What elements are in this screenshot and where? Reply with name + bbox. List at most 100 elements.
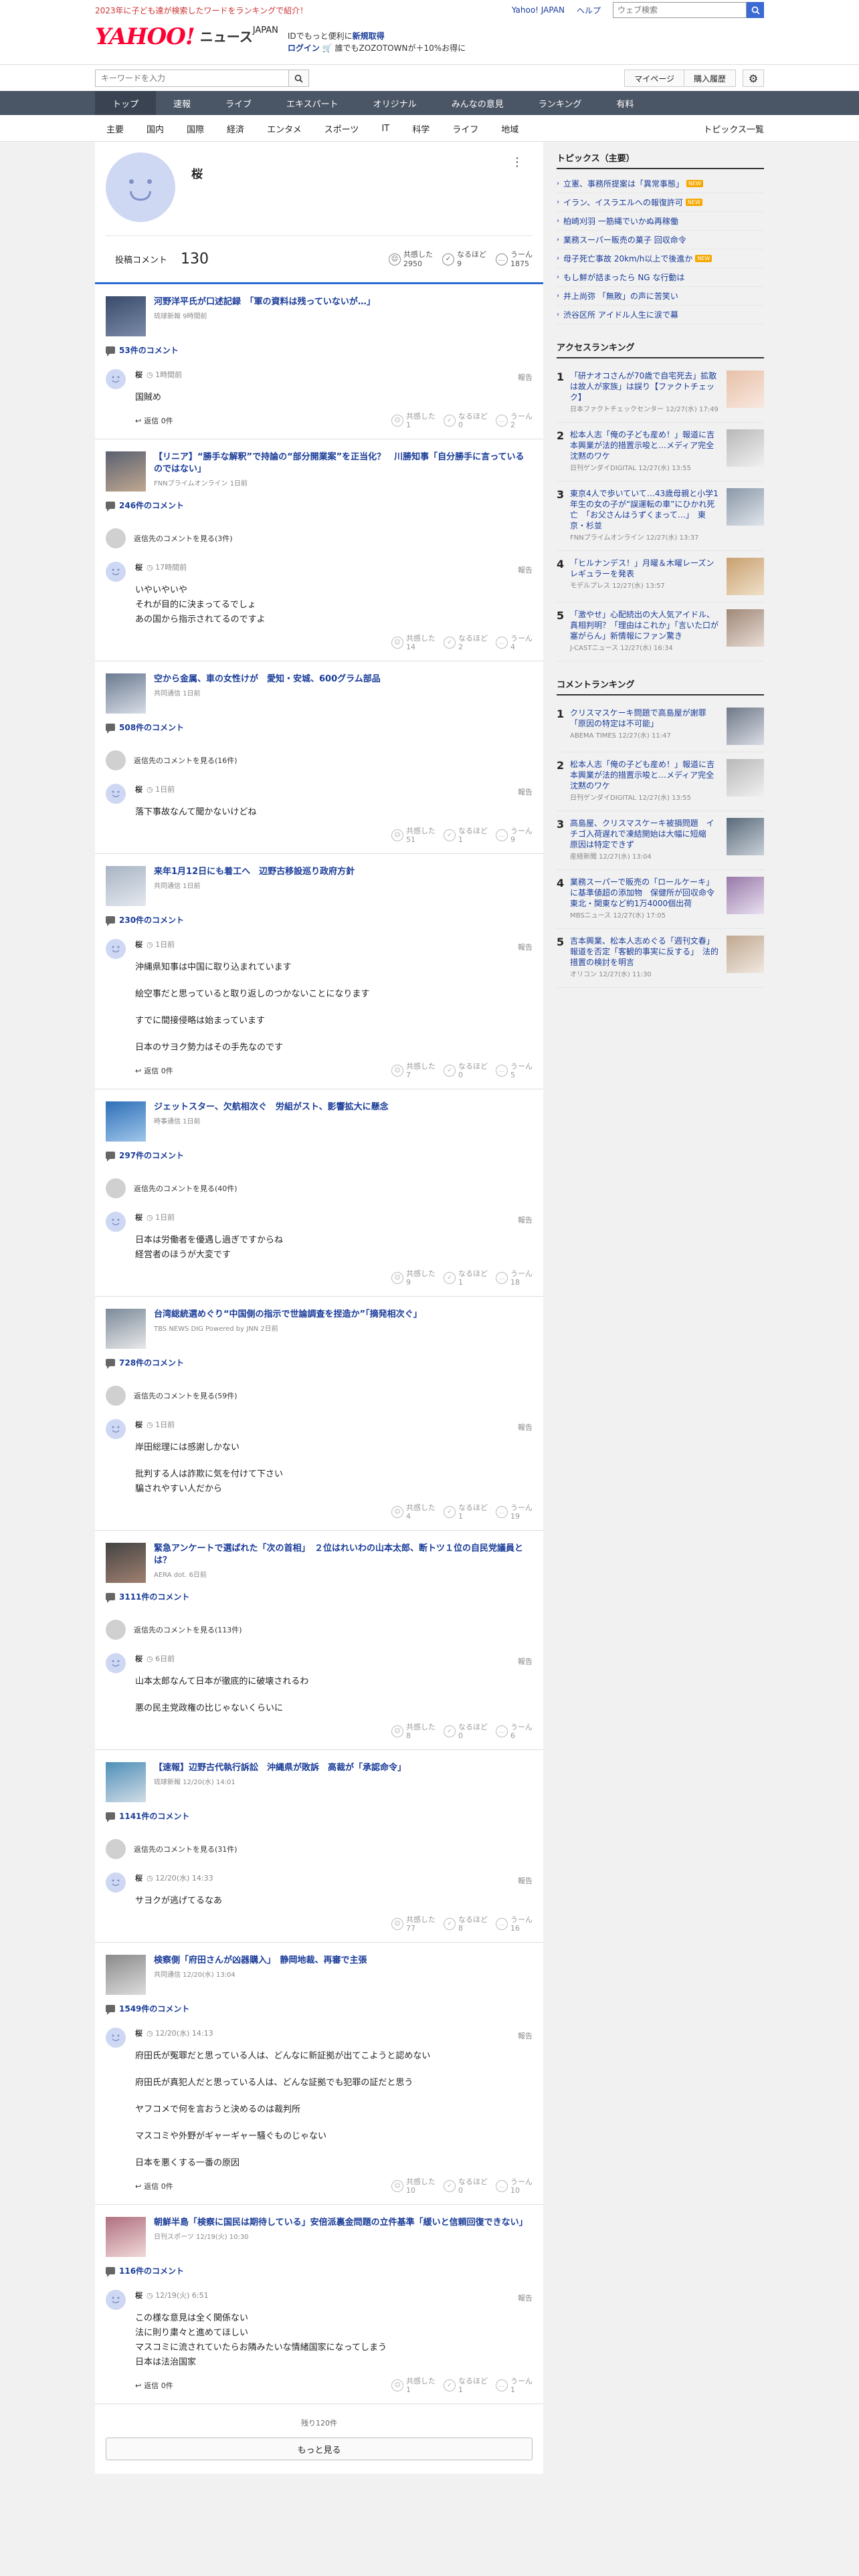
comment-user[interactable]: 桜	[135, 2291, 142, 2300]
reaction-hmm-button[interactable]: ✓ なるほど 1	[444, 827, 488, 844]
topic-item[interactable]: › 立憲、事務所提案は「異常事態」 NEW	[557, 175, 764, 193]
reaction-agree-button[interactable]: ☺ 共感した 1	[391, 412, 436, 429]
article-link[interactable]: 朝鮮半島「検察に国民は期待している」安倍派裏金問題の立件基準「緩いと信頼回復でき…	[106, 2217, 533, 2257]
article-title[interactable]: 来年1月12日にも着工へ 辺野古移設巡り政府方針	[154, 866, 355, 878]
article-link[interactable]: ジェットスター、欠航相次ぐ 労組がスト、影響拡大に懸念 時事通信 1日前	[106, 1101, 533, 1142]
subnav-item-1[interactable]: 国内	[135, 122, 175, 135]
subnav-item-3[interactable]: 経済	[215, 122, 256, 135]
subnav-item-8[interactable]: ライフ	[441, 122, 490, 135]
comment-count-link[interactable]: 116件のコメント	[106, 2265, 533, 2277]
reply-source-link[interactable]: 返信先のコメントを見る(59件)	[106, 1386, 533, 1406]
reaction-hmm-button[interactable]: ✓ なるほど 0	[444, 2177, 488, 2195]
comment-count-link[interactable]: 297件のコメント	[106, 1150, 533, 1162]
ranking-item[interactable]: 5 吉本興業、松本人志めぐる「週刊文春」報道を否定「客観的事実に反する」 法的措置…	[557, 929, 764, 988]
article-link[interactable]: 検察側「府田さんが凶器購入」 静岡地裁、再審で主張 共同通信 12/20(水) 1…	[106, 1955, 533, 1995]
zozo-promo[interactable]: 誰でもZOZOTOWNが＋10%お得に	[335, 43, 466, 53]
web-search-button[interactable]	[747, 2, 764, 18]
reaction-agree-button[interactable]: ☺ 共感した 1	[391, 2377, 436, 2394]
comment-count-link[interactable]: 246件のコメント	[106, 500, 533, 512]
reply-button[interactable]: ↩ 返信 0件	[135, 2181, 173, 2191]
report-link[interactable]: 報告	[518, 564, 533, 575]
report-link[interactable]: 報告	[518, 2292, 533, 2303]
more-menu-icon[interactable]: ⋮	[511, 155, 523, 169]
reply-source-link[interactable]: 返信先のコメントを見る(113件)	[106, 1620, 533, 1640]
report-link[interactable]: 報告	[518, 2030, 533, 2041]
comment-count-link[interactable]: 508件のコメント	[106, 722, 533, 734]
topic-item[interactable]: › 井上尚弥 「無敗」の声に苦笑い	[557, 287, 764, 306]
article-link[interactable]: 【リニア】“勝手な解釈”で持論の“部分開業案”を正当化？ 川勝知事「自分勝手に言…	[106, 451, 533, 492]
article-title[interactable]: 台湾総統選めぐり“中国側の指示で世論調査を捏造か”「摘発相次ぐ」	[154, 1309, 422, 1321]
article-link[interactable]: 空から金属、車の女性けが 愛知・安城、600グラム部品 共同通信 1日前	[106, 673, 533, 714]
reaction-hmm-button[interactable]: ✓ なるほど 8	[444, 1915, 488, 1933]
mypage-button[interactable]: マイページ	[624, 70, 684, 87]
reaction-umm-button[interactable]: … うーん 18	[496, 1269, 533, 1287]
reply-source-link[interactable]: 返信先のコメントを見る(31件)	[106, 1839, 533, 1859]
article-title[interactable]: ジェットスター、欠航相次ぐ 労組がスト、影響拡大に懸念	[154, 1101, 389, 1113]
load-more-button[interactable]: もっと見る	[106, 2438, 533, 2460]
reaction-umm-button[interactable]: … うーん 16	[496, 1915, 533, 1933]
login-link[interactable]: ログイン	[288, 43, 320, 53]
tab-6[interactable]: ランキング	[521, 91, 599, 115]
reply-button[interactable]: ↩ 返信 0件	[135, 1065, 173, 1076]
tab-5[interactable]: みんなの意見	[434, 91, 521, 115]
subnav-item-6[interactable]: IT	[370, 124, 401, 134]
reaction-agree-button[interactable]: ☺ 共感した 8	[391, 1723, 436, 1740]
article-link[interactable]: 緊急アンケートで選ばれた「次の首相」 ２位はれいわの山本太郎、断トツ１位の自民党…	[106, 1543, 533, 1583]
comment-user[interactable]: 桜	[135, 370, 142, 379]
subnav-item-5[interactable]: スポーツ	[313, 122, 371, 135]
subnav-item-4[interactable]: エンタメ	[256, 122, 313, 135]
topic-item[interactable]: › 業務スーパー販売の菓子 回収命令	[557, 231, 764, 249]
topic-item[interactable]: › 柏崎刈羽 一筋縄でいかぬ再稼働	[557, 212, 764, 231]
ranking-item[interactable]: 2 松本人志「俺の子ども産め！」報道に吉本興業が法的措置示唆と…メディア完全沈黙の…	[557, 423, 764, 481]
comment-user[interactable]: 桜	[135, 1874, 142, 1883]
reaction-hmm-button[interactable]: ✓ なるほど 1	[444, 1269, 488, 1287]
reply-button[interactable]: ↩ 返信 0件	[135, 415, 173, 426]
reply-button[interactable]: ↩ 返信 0件	[135, 2380, 173, 2391]
reaction-hmm-button[interactable]: ✓ なるほど 0	[444, 1723, 488, 1740]
tab-4[interactable]: オリジナル	[356, 91, 434, 115]
article-link[interactable]: 来年1月12日にも着工へ 辺野古移設巡り政府方針 共同通信 1日前	[106, 866, 533, 906]
comment-count-link[interactable]: 3111件のコメント	[106, 1591, 533, 1603]
topic-item[interactable]: › イラン、イスラエルへの報復許可 NEW	[557, 193, 764, 212]
logo[interactable]: YAHOO! ニュース JAPAN	[95, 25, 278, 59]
ranking-item[interactable]: 5 「激やせ」心配続出の大人気アイドル、真相判明？「理由はこれか」「言いた口が塞が…	[557, 603, 764, 661]
report-link[interactable]: 報告	[518, 942, 533, 952]
ranking-item[interactable]: 1 クリスマスケーキ問題で高島屋が謝罪「原因の特定は不可能」 ABEMA TIMES…	[557, 701, 764, 752]
tab-7[interactable]: 有料	[599, 91, 651, 115]
reaction-umm-button[interactable]: … うーん 5	[496, 1062, 533, 1079]
reaction-umm-button[interactable]: … うーん 6	[496, 1723, 533, 1740]
reaction-agree-button[interactable]: ☺ 共感した 51	[391, 827, 436, 844]
article-title[interactable]: 空から金属、車の女性けが 愛知・安城、600グラム部品	[154, 673, 381, 685]
article-link[interactable]: 【速報】辺野古代執行訴訟 沖縄県が敗訴 高裁が「承認命令」 琉球新報 12/20(…	[106, 1762, 533, 1802]
report-link[interactable]: 報告	[518, 786, 533, 797]
subnav-item-0[interactable]: 主要	[95, 122, 135, 135]
reaction-hmm-button[interactable]: ✓ なるほど 1	[444, 2377, 488, 2394]
article-title[interactable]: 検察側「府田さんが凶器購入」 静岡地裁、再審で主張	[154, 1955, 367, 1967]
comment-user[interactable]: 桜	[135, 1420, 142, 1429]
reaction-umm-button[interactable]: … うーん 10	[496, 2177, 533, 2195]
yahoo-japan-link[interactable]: Yahoo! JAPAN	[512, 5, 565, 15]
ranking-item[interactable]: 3 高島屋、クリスマスケーキ被損問題 イチゴ入荷遅れで凍結開始は大幅に短縮 原因は…	[557, 811, 764, 870]
reaction-umm-button[interactable]: … うーん 19	[496, 1503, 533, 1521]
tab-0[interactable]: トップ	[95, 91, 157, 115]
topic-item[interactable]: › 渋谷区所 アイドル人生に涙で幕	[557, 306, 764, 324]
ranking-item[interactable]: 3 東京4人で歩いていて…43歳母親と小学1年生の女の子が“誤運転の車”にひかれ死…	[557, 481, 764, 551]
article-title[interactable]: 【リニア】“勝手な解釈”で持論の“部分開業案”を正当化？ 川勝知事「自分勝手に言…	[154, 451, 533, 475]
comment-count-link[interactable]: 53件のコメント	[106, 344, 533, 356]
topic-item[interactable]: › もし鮮が詰まったら NG な行動は	[557, 268, 764, 287]
keyword-input[interactable]	[95, 70, 289, 87]
reaction-agree-button[interactable]: ☺ 共感した 9	[391, 1269, 436, 1287]
gear-icon[interactable]: ⚙	[743, 70, 764, 87]
comment-user[interactable]: 桜	[135, 563, 142, 572]
purchase-history-button[interactable]: 購入履歴	[684, 70, 736, 87]
promo-link[interactable]: 2023年に子ども達が検索したワードをランキングで紹介！	[95, 5, 308, 16]
reply-source-link[interactable]: 返信先のコメントを見る(40件)	[106, 1178, 533, 1198]
reaction-hmm-button[interactable]: ✓ なるほど 2	[444, 634, 488, 651]
reaction-hmm-button[interactable]: ✓ なるほど 0	[444, 412, 488, 429]
comment-count-link[interactable]: 230件のコメント	[106, 914, 533, 926]
reaction-umm-button[interactable]: … うーん 2	[496, 412, 533, 429]
report-link[interactable]: 報告	[518, 372, 533, 383]
ranking-item[interactable]: 4 「ヒルナンデス！」月曜＆木曜レーズンレギュラーを発表 モデルプレス 12/27(…	[557, 551, 764, 603]
report-link[interactable]: 報告	[518, 1656, 533, 1667]
tab-1[interactable]: 速報	[156, 91, 208, 115]
